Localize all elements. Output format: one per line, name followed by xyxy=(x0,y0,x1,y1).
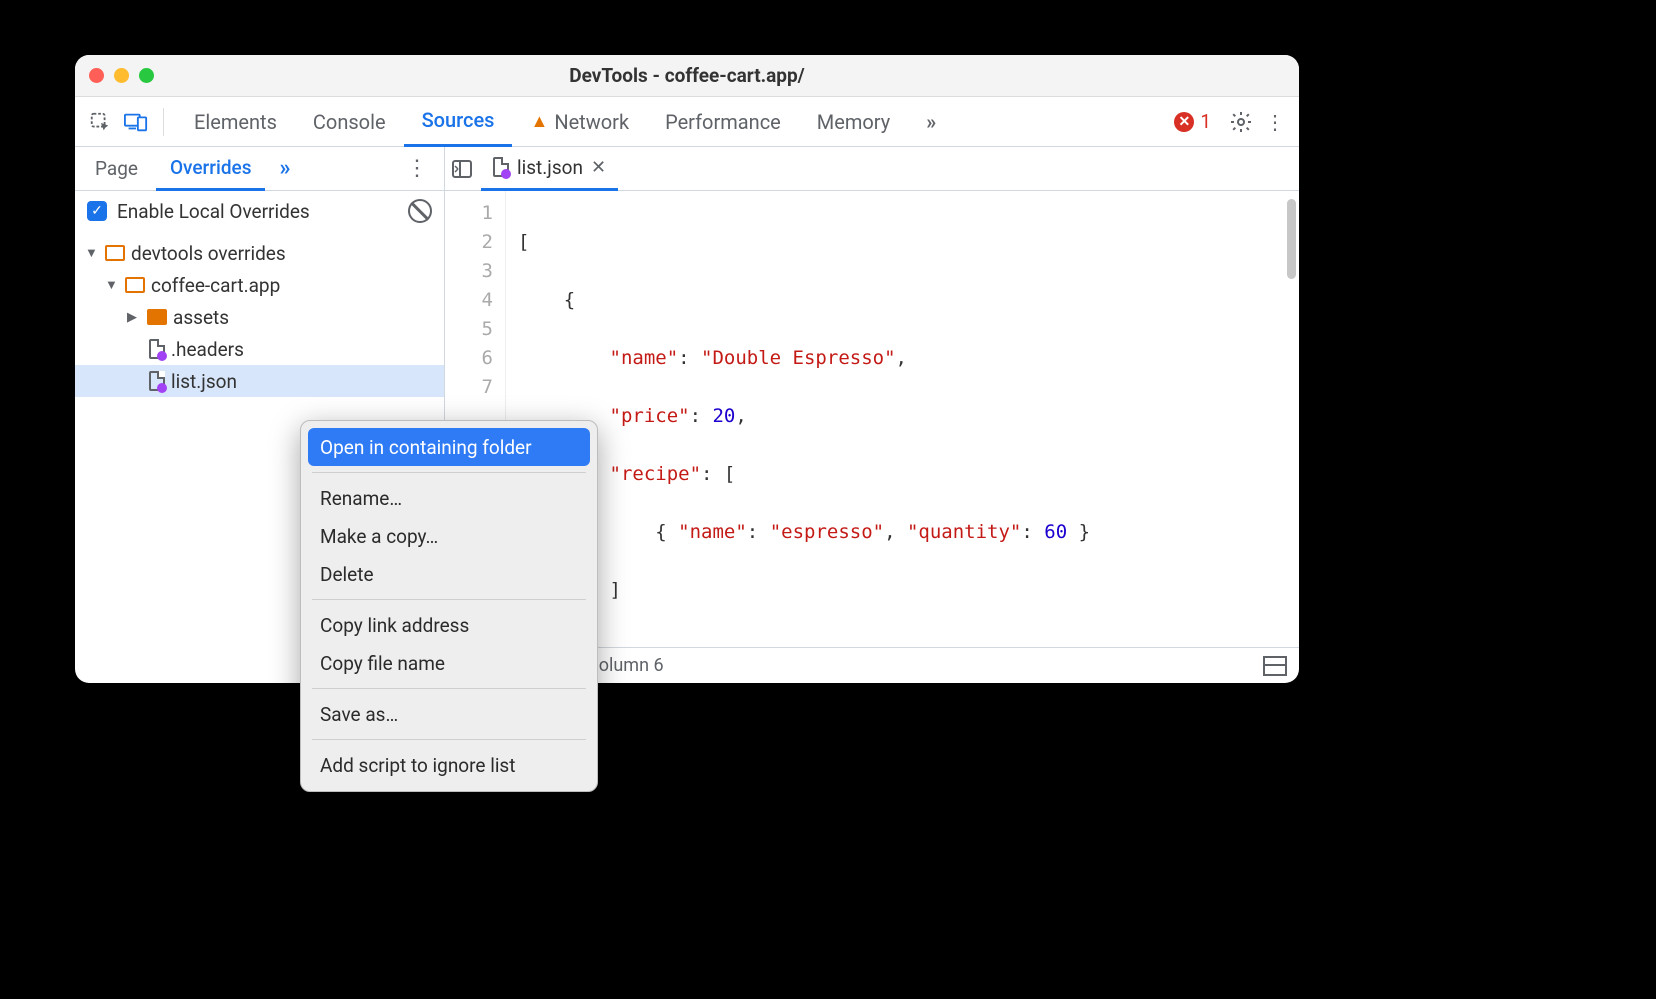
file-icon xyxy=(149,339,165,359)
ctx-copy-filename[interactable]: Copy file name xyxy=(308,644,590,682)
code-content[interactable]: [ { "name": "Double Espresso", "price": … xyxy=(505,191,1299,647)
enable-overrides-checkbox[interactable]: ✓ xyxy=(87,201,107,221)
tree-assets[interactable]: ▶ assets xyxy=(75,301,444,333)
enable-overrides-row: ✓ Enable Local Overrides xyxy=(75,191,444,231)
file-tree: ▼ devtools overrides ▼ coffee-cart.app ▶… xyxy=(75,231,444,403)
inspect-icon[interactable] xyxy=(85,107,115,137)
tabs-overflow[interactable]: » xyxy=(908,97,954,147)
ctx-rename[interactable]: Rename… xyxy=(308,479,590,517)
tree-file-headers[interactable]: .headers xyxy=(75,333,444,365)
ctx-delete[interactable]: Delete xyxy=(308,555,590,593)
caret-icon: ▶ xyxy=(127,310,141,325)
separator xyxy=(312,599,586,600)
error-count: 1 xyxy=(1200,110,1211,133)
separator xyxy=(312,688,586,689)
folder-icon xyxy=(105,245,125,261)
nav-tab-page[interactable]: Page xyxy=(81,147,152,191)
nav-kebab-icon[interactable]: ⋮ xyxy=(396,156,438,181)
file-icon xyxy=(493,157,509,177)
device-toggle-icon[interactable] xyxy=(121,107,151,137)
close-tab-icon[interactable]: ✕ xyxy=(591,157,606,178)
navigator-tabs: Page Overrides » ⋮ xyxy=(75,147,444,191)
body: Page Overrides » ⋮ ✓ Enable Local Overri… xyxy=(75,147,1299,683)
file-tabbar: list.json ✕ xyxy=(445,147,1299,191)
tab-elements[interactable]: Elements xyxy=(176,97,295,147)
ctx-ignore-list[interactable]: Add script to ignore list xyxy=(308,746,590,784)
separator xyxy=(312,472,586,473)
tab-sources[interactable]: Sources xyxy=(404,97,513,147)
warning-icon: ▲ xyxy=(530,111,548,132)
tree-root[interactable]: ▼ devtools overrides xyxy=(75,237,444,269)
close-window-button[interactable] xyxy=(89,68,104,83)
folder-icon xyxy=(147,309,167,325)
titlebar: DevTools - coffee-cart.app/ xyxy=(75,55,1299,97)
cursor-position: Column 6 xyxy=(587,655,664,676)
tab-memory[interactable]: Memory xyxy=(799,97,908,147)
ctx-copy-link[interactable]: Copy link address xyxy=(308,606,590,644)
caret-icon: ▼ xyxy=(85,245,99,261)
file-icon xyxy=(149,371,165,391)
tab-network[interactable]: ▲Network xyxy=(512,97,647,147)
separator xyxy=(163,108,164,136)
folder-icon xyxy=(125,277,145,293)
tree-file-listjson[interactable]: list.json xyxy=(75,365,444,397)
file-tab-listjson[interactable]: list.json ✕ xyxy=(481,147,618,191)
caret-icon: ▼ xyxy=(105,277,119,293)
tree-domain[interactable]: ▼ coffee-cart.app xyxy=(75,269,444,301)
panel-tabs: Elements Console Sources ▲Network Perfor… xyxy=(176,97,1168,147)
error-badge[interactable]: ✕ 1 xyxy=(1174,110,1211,133)
nav-tab-overrides[interactable]: Overrides xyxy=(156,147,266,191)
nav-tabs-overflow[interactable]: » xyxy=(269,156,300,181)
enable-overrides-label: Enable Local Overrides xyxy=(117,200,310,223)
ctx-copy[interactable]: Make a copy… xyxy=(308,517,590,555)
window-controls xyxy=(89,68,154,83)
clear-icon[interactable] xyxy=(408,199,432,223)
error-icon: ✕ xyxy=(1174,112,1194,132)
main-toolbar: Elements Console Sources ▲Network Perfor… xyxy=(75,97,1299,147)
ctx-save-as[interactable]: Save as… xyxy=(308,695,590,733)
settings-icon[interactable] xyxy=(1227,108,1255,136)
window-title: DevTools - coffee-cart.app/ xyxy=(75,64,1299,87)
maximize-window-button[interactable] xyxy=(139,68,154,83)
tab-performance[interactable]: Performance xyxy=(647,97,799,147)
scrollbar-thumb[interactable] xyxy=(1287,199,1296,279)
tab-console[interactable]: Console xyxy=(295,97,404,147)
context-menu: Open in containing folder Rename… Make a… xyxy=(300,420,598,792)
show-drawer-icon[interactable] xyxy=(1263,656,1287,676)
kebab-menu-icon[interactable]: ⋮ xyxy=(1261,108,1289,136)
toggle-navigator-icon[interactable] xyxy=(451,158,473,180)
separator xyxy=(312,739,586,740)
ctx-open-folder[interactable]: Open in containing folder xyxy=(308,428,590,466)
devtools-window: DevTools - coffee-cart.app/ Elements Con… xyxy=(75,55,1299,683)
minimize-window-button[interactable] xyxy=(114,68,129,83)
